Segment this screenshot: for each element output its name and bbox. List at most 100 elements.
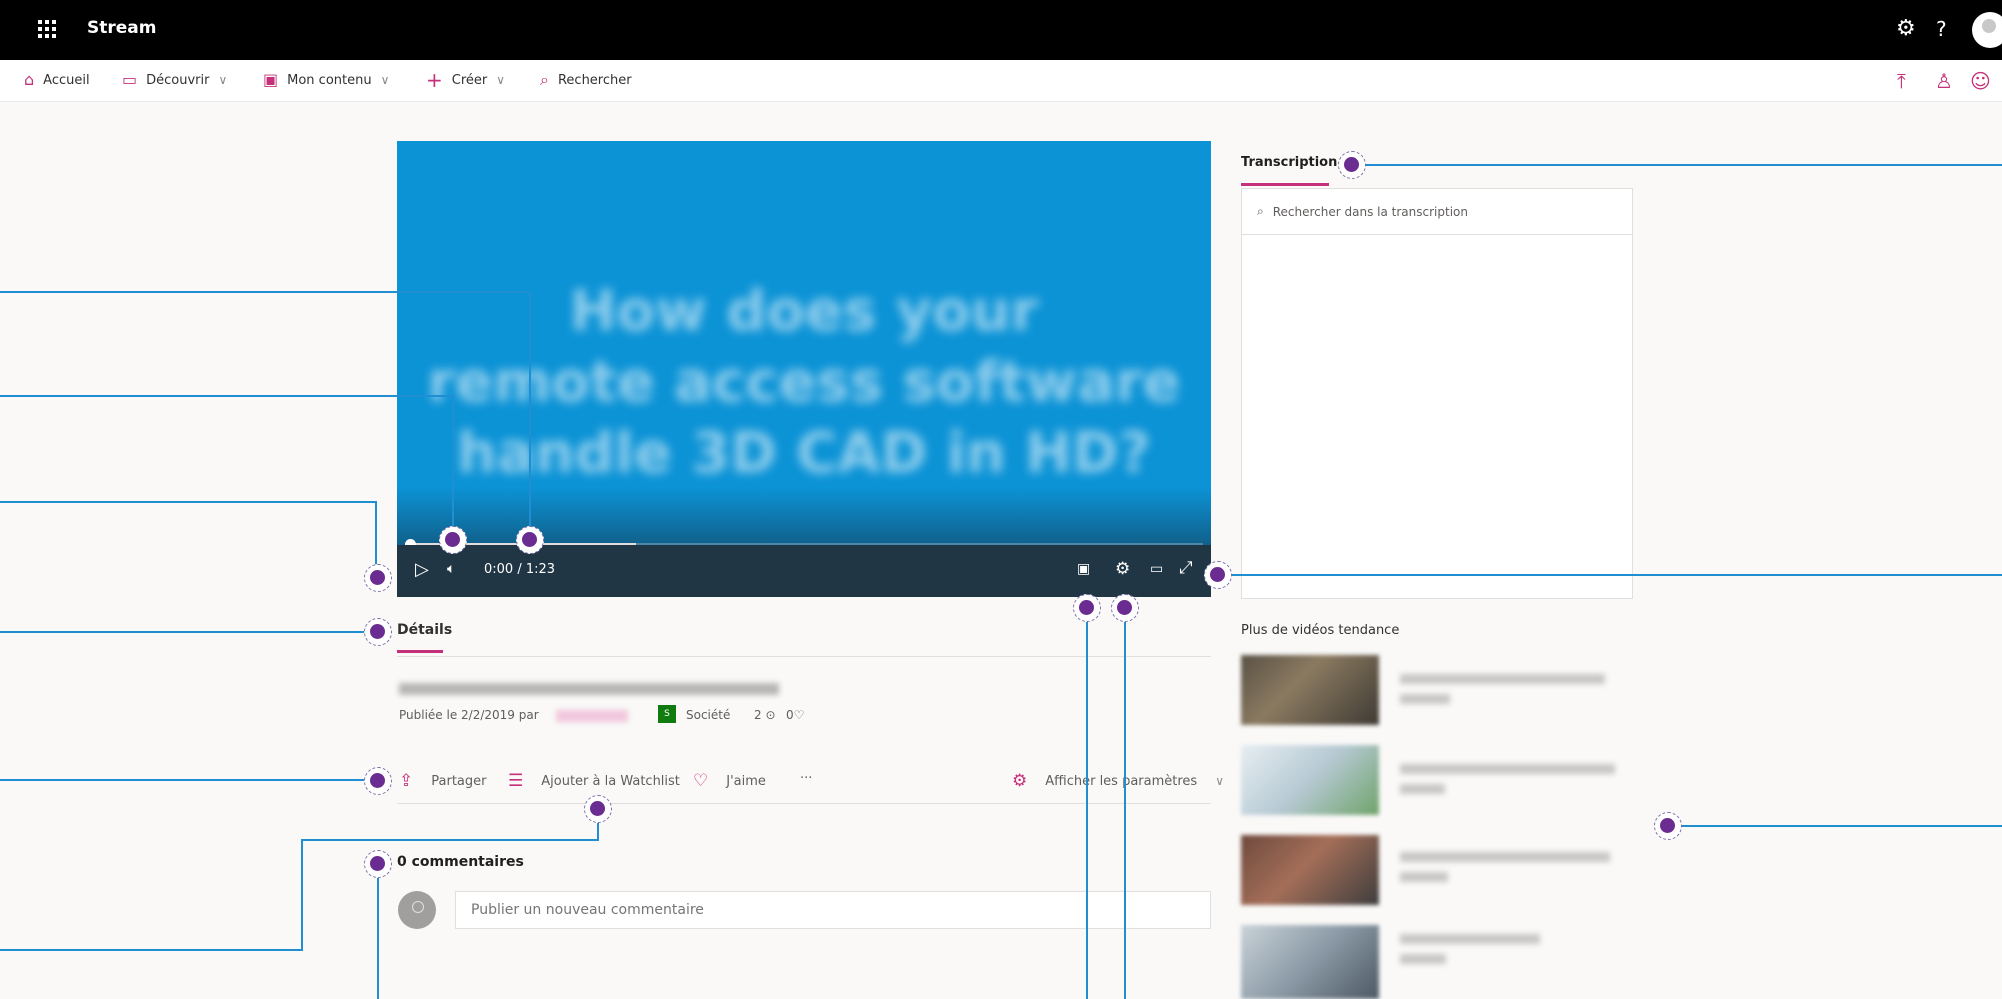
more-label: ··· [800,771,813,786]
search-icon: ⌕ [1257,204,1264,218]
heart-icon: ♡ [793,708,805,722]
divider [397,803,1211,804]
annotation-marker [1338,151,1366,179]
annotation-marker [1111,594,1139,622]
company-label[interactable]: Société [686,708,730,722]
avatar[interactable] [1972,12,2002,48]
show-settings-button[interactable]: ⚙ Afficher les paramètres ∨ [1012,771,1224,791]
annotation-marker [1073,594,1101,622]
views-count: 2 ⊙ [754,708,776,722]
play-icon[interactable]: ▷ [415,559,429,580]
nav-rechercher-label: Rechercher [557,72,632,88]
trending-video-thumbnail[interactable] [1241,835,1379,905]
help-icon[interactable]: ? [1936,16,1947,42]
trending-video-meta-blurred [1400,954,1446,964]
trending-video-title-blurred[interactable] [1400,852,1610,862]
annotation-marker [439,526,467,554]
likes-count-value: 0 [786,708,794,722]
trending-video-title-blurred[interactable] [1400,764,1615,774]
trending-video-thumbnail[interactable] [1241,925,1379,999]
nav-bar: ⌂ Accueil ▭ Découvrir ∨ ▣ Mon contenu ∨ … [0,60,2002,102]
comment-input[interactable] [455,891,1211,929]
nav-accueil[interactable]: ⌂ Accueil [24,71,90,89]
time-display: 0:00 / 1:23 [484,562,555,577]
video-player[interactable]: How does your remote access software han… [397,141,1211,597]
top-bar: Stream ⚙ ? [0,0,2002,60]
transcript-search[interactable]: ⌕ Rechercher dans la transcription [1242,189,1632,235]
volume-icon[interactable]: 🔈︎ [447,561,455,577]
annotation-marker [584,795,612,823]
chevron-down-icon: ∨ [218,73,228,87]
callout-line [0,501,377,578]
gear-icon[interactable]: ⚙ [1896,16,1916,42]
like-button[interactable]: ♡ J'aime [693,771,766,791]
share-label: Partager [431,773,487,789]
people-icon[interactable]: ♙ [1935,69,1953,93]
like-label: J'aime [726,773,766,789]
upload-icon[interactable]: ⤒ [1897,69,1906,93]
views-count-value: 2 [754,708,762,722]
search-icon: ⌕ [540,70,549,89]
share-button[interactable]: ⇪ Partager [399,771,486,791]
likes-count: 0♡ [786,708,804,722]
heart-icon: ♡ [693,771,709,791]
home-icon: ⌂ [24,70,35,89]
trending-video-meta-blurred [1400,784,1445,794]
app-title[interactable]: Stream [87,18,156,38]
tab-transcription[interactable]: Transcription [1241,155,1337,170]
time-total: 1:23 [525,562,556,577]
nav-mon-contenu[interactable]: ▣ Mon contenu ∨ [263,71,389,89]
gear-icon[interactable]: ⚙ [1115,559,1130,579]
plus-icon: + [426,68,443,92]
annotation-marker [1654,812,1682,840]
nav-creer[interactable]: + Créer ∨ [426,68,506,92]
nav-accueil-label: Accueil [43,72,90,88]
chevron-down-icon: ∨ [1215,774,1225,788]
annotation-marker [364,850,392,878]
callout-line [0,395,454,540]
author-link-blurred[interactable] [556,710,628,722]
nav-decouvrir[interactable]: ▭ Découvrir ∨ [122,71,227,89]
annotation-marker [516,526,544,554]
tab-details-underline [397,650,443,653]
more-button[interactable]: ··· [800,771,812,786]
nav-rechercher[interactable]: ⌕ Rechercher [540,71,632,89]
add-to-watchlist-button[interactable]: ☰ Ajouter à la Watchlist [508,771,680,791]
trending-video-title-blurred[interactable] [1400,934,1540,944]
video-title-blurred [399,683,779,695]
trending-video-thumbnail[interactable] [1241,655,1379,725]
comments-title: 0 commentaires [397,854,524,870]
watchlist-label: Ajouter à la Watchlist [541,773,680,789]
annotation-marker [364,564,392,592]
annotation-marker [364,618,392,646]
views-icon: ⊙ [761,708,776,722]
fullscreen-icon[interactable]: ⤢ [1179,558,1193,578]
nav-decouvrir-label: Découvrir [146,72,210,88]
tab-transcription-underline [1241,183,1329,186]
discover-icon: ▭ [122,70,138,89]
company-badge-icon: S [658,705,676,723]
waffle-icon[interactable] [38,20,56,38]
nav-creer-label: Créer [451,72,488,88]
avatar [398,891,436,929]
captions-icon[interactable]: ▣ [1077,561,1090,577]
smiley-icon[interactable]: ☺ [1970,69,1991,93]
theater-mode-icon[interactable]: ▭ [1150,561,1163,577]
nav-mon-contenu-label: Mon contenu [287,72,372,88]
annotation-marker [1204,561,1232,589]
share-icon: ⇪ [399,771,414,791]
video-overlay-line: handle 3D CAD in HD? [456,421,1152,486]
tab-details[interactable]: Détails [397,622,452,638]
transcript-search-placeholder: Rechercher dans la transcription [1272,204,1468,219]
video-overlay-text: How does your remote access software han… [397,276,1211,489]
chevron-down-icon: ∨ [496,73,506,87]
trending-title: Plus de vidéos tendance [1241,623,1400,638]
time-separator: / [517,562,522,577]
trending-video-thumbnail[interactable] [1241,745,1379,815]
published-text: Publiée le 2/2/2019 par [399,708,539,722]
divider [397,656,1211,657]
video-overlay-line: remote access software [427,350,1181,415]
trending-video-title-blurred[interactable] [1400,674,1605,684]
chevron-down-icon: ∨ [380,73,390,87]
video-overlay-line: How does your [569,279,1039,344]
